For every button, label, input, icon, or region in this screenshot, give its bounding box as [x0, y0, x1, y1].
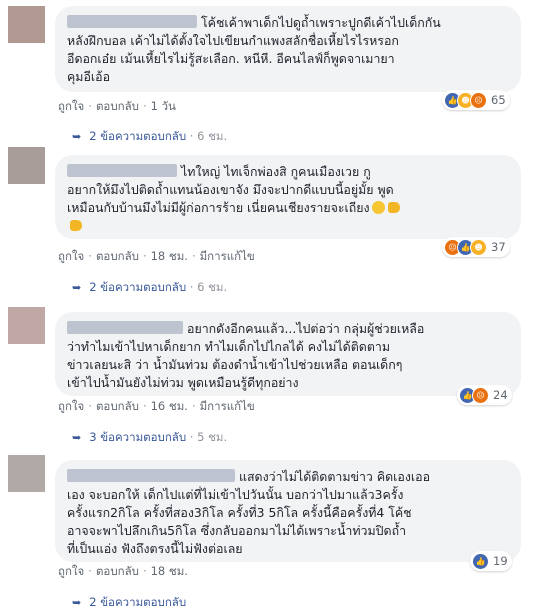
reaction-count: 19: [493, 554, 508, 568]
comment-text-line: เข้าไปน้ำมันยังไม่ท่วม พูดเหมือนรู้ดีทุก…: [67, 375, 299, 390]
comment-text-line: ครั้งแรก2กิโล ครั้งที่สอง3กิโล ครั้งที่3…: [67, 505, 412, 520]
like-link[interactable]: ถูกใจ: [58, 99, 84, 113]
haha-icon: ☻: [470, 238, 487, 256]
reply-arrow-icon: ➥: [72, 596, 82, 609]
view-replies-link[interactable]: ➥ 3 ข้อความตอบกลับ · 5 ชม.: [72, 429, 227, 447]
like-link[interactable]: ถูกใจ: [58, 564, 84, 578]
comment-text-line: โค้ชเค้าพาเด็กไปดูถ้ำเพราะปูกดีเค้าไปเด็…: [201, 15, 441, 30]
replies-count[interactable]: 3 ข้อความตอบกลับ: [89, 430, 186, 444]
comment-text-line: เอง จะบอกให้ เด็กไปแต่ที่ไม่เข้าไปวันนั้…: [67, 487, 404, 502]
reaction-count: 37: [491, 240, 506, 254]
timestamp[interactable]: 18 ชม.: [151, 564, 188, 578]
reaction-summary[interactable]: 👍 ☻ ☹ 65: [442, 90, 510, 110]
avatar[interactable]: [8, 307, 45, 344]
commenter-name-redacted[interactable]: [67, 164, 177, 177]
like-link[interactable]: ถูกใจ: [58, 399, 84, 413]
reaction-count: 24: [493, 388, 508, 402]
reply-arrow-icon: ➥: [72, 431, 82, 444]
replies-time: 6 ชม.: [197, 129, 228, 143]
thumbs-up-emoji-icon: [387, 202, 400, 213]
avatar[interactable]: [8, 6, 45, 43]
comment-text-line: คุมอีเอ้อ: [67, 69, 111, 84]
reply-arrow-icon: ➥: [72, 130, 82, 143]
view-replies-link[interactable]: ➥ 2 ข้อความตอบกลับ · 6 ชม.: [72, 279, 227, 297]
comment-bubble: โค้ชเค้าพาเด็กไปดูถ้ำเพราะปูกดีเค้าไปเด็…: [55, 6, 521, 92]
comment-text-line: อยากให้มึงไปติดถ้ำแทนน้องเขาจัง มึงจะปาก…: [67, 182, 394, 197]
comment-bubble: ไทใหญ่ ไทเจ็กพ่องสิ กูคนเมืองเวย กู อยาก…: [55, 155, 521, 239]
reply-link[interactable]: ตอบกลับ: [96, 399, 139, 413]
replies-count[interactable]: 2 ข้อความตอบกลับ: [89, 129, 186, 143]
avatar[interactable]: [8, 455, 45, 492]
comment-text-line: หลังฝึกบอล เค้าไม่ได้ตั้งใจไปเขียนกำแพงส…: [67, 33, 399, 48]
comment-text-line: แสดงว่าไม่ได้ติดตามข่าว คิดเองเออ: [239, 469, 431, 484]
comment-actions: ถูกใจ · ตอบกลับ · 18 ชม.: [58, 564, 188, 578]
view-replies-link[interactable]: ➥ 2 ข้อความตอบกลับ: [72, 594, 186, 612]
comment-actions: ถูกใจ · ตอบกลับ · 18 ชม. · มีการแก้ไข: [58, 249, 255, 263]
comment-text-line: อาจจะพาไปลึกเกิน5กิโล ซึ่งกลับออกมาไม่ได…: [67, 523, 407, 538]
comment-actions: ถูกใจ · ตอบกลับ · 16 ชม. · มีการแก้ไข: [58, 399, 255, 413]
comment-text-line: อยากดังอีกคนแล้ว...ไปต่อว่า กลุ่มผู้ช่วย…: [187, 321, 425, 336]
angry-icon: ☹: [470, 91, 487, 109]
comment-text-line: ข่าวเลยนะสิ ว่า น้ำมันท่วม ต้องดำน้ำเข้า…: [67, 357, 403, 372]
avatar[interactable]: [8, 147, 45, 184]
timestamp[interactable]: 1 วัน: [151, 99, 176, 113]
commenter-name-redacted[interactable]: [67, 321, 183, 334]
like-link[interactable]: ถูกใจ: [58, 249, 84, 263]
commenter-name-redacted[interactable]: [67, 469, 235, 482]
comment-text-line: ว่าทำไมเข้าไปหาเด็กยาก ทำไมเด็กไปไกลได้ …: [67, 339, 390, 354]
reaction-summary[interactable]: 👍 19: [470, 551, 512, 571]
reaction-count: 65: [491, 93, 506, 107]
smiling-face-emoji-icon: [371, 201, 385, 214]
comment-bubble: อยากดังอีกคนแล้ว...ไปต่อว่า กลุ่มผู้ช่วย…: [55, 312, 521, 396]
replies-time: 5 ชม.: [197, 430, 228, 444]
edited-label[interactable]: มีการแก้ไข: [200, 399, 255, 413]
angry-icon: ☹: [472, 386, 489, 404]
timestamp[interactable]: 18 ชม.: [151, 249, 188, 263]
replies-time: 6 ชม.: [197, 280, 228, 294]
comment-actions: ถูกใจ · ตอบกลับ · 1 วัน: [58, 99, 176, 113]
timestamp[interactable]: 16 ชม.: [151, 399, 188, 413]
comment-text-line: เหมือนกับบ้านมึงไม่มีผู้ก่อการร้าย เนี่ย…: [67, 200, 370, 215]
like-icon: 👍: [472, 552, 489, 570]
reaction-summary[interactable]: ☹ 👍 ☻ 37: [442, 237, 510, 257]
reaction-summary[interactable]: 👍 ☹ 24: [457, 385, 512, 405]
edited-label[interactable]: มีการแก้ไข: [200, 249, 255, 263]
replies-count[interactable]: 2 ข้อความตอบกลับ: [89, 595, 186, 609]
comment-bubble: แสดงว่าไม่ได้ติดตามข่าว คิดเองเออ เอง จะ…: [55, 460, 521, 562]
view-replies-link[interactable]: ➥ 2 ข้อความตอบกลับ · 6 ชม.: [72, 128, 227, 146]
reply-link[interactable]: ตอบกลับ: [96, 99, 139, 113]
reply-link[interactable]: ตอบกลับ: [96, 249, 139, 263]
reply-link[interactable]: ตอบกลับ: [96, 564, 139, 578]
comment-text-line: ไทใหญ่ ไทเจ็กพ่องสิ กูคนเมืองเวย กู: [181, 164, 371, 179]
reply-arrow-icon: ➥: [72, 281, 82, 294]
commenter-name-redacted[interactable]: [67, 15, 197, 28]
replies-count[interactable]: 2 ข้อความตอบกลับ: [89, 280, 186, 294]
thumbs-up-emoji-icon: [70, 220, 82, 231]
comment-text-line: อีดอกเอ๋ย เม้นเหี้ยไรไม่รู้สะเลือก. หนีห…: [67, 51, 395, 66]
comment-text-line: ที่เป็นแอ่ง ฟังถึงตรงนี้ไม่ฟังต่อเลย: [67, 541, 243, 556]
